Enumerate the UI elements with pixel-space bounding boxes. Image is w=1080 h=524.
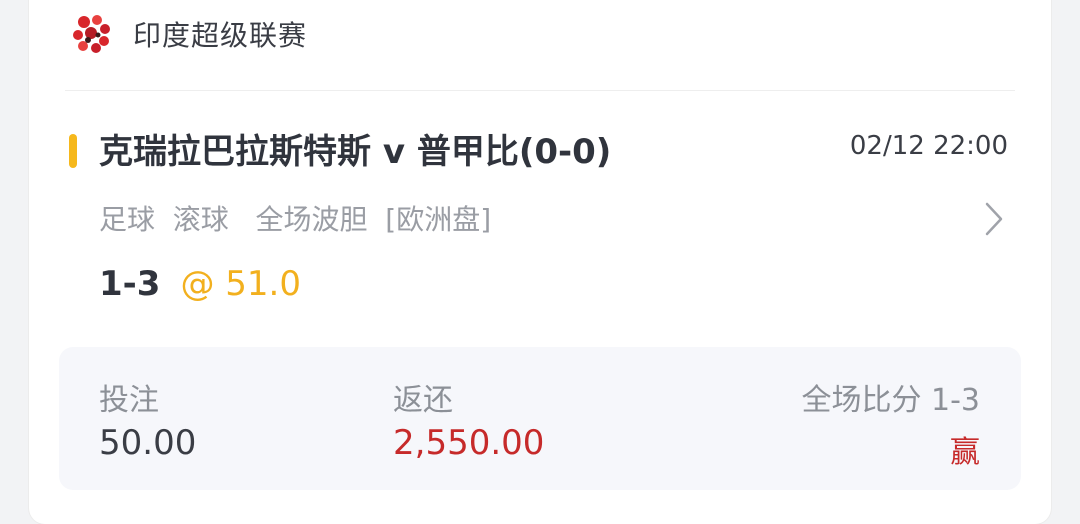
bet-description: 足球 滚球 全场波胆 [欧洲盘] — [99, 203, 492, 236]
divider — [65, 90, 1015, 91]
result-badge: 赢 — [950, 435, 980, 470]
match-datetime: 02/12 22:00 — [849, 131, 1008, 161]
pick-row: 1-3 @ 51.0 — [99, 264, 301, 304]
odds-value: @ 51.0 — [180, 264, 301, 304]
chevron-right-icon[interactable] — [983, 201, 1005, 237]
stake-label: 投注 — [99, 383, 159, 418]
selected-pick: 1-3 — [99, 264, 161, 304]
return-value: 2,550.00 — [393, 423, 545, 463]
accent-bar — [69, 134, 77, 168]
full-time-score: 全场比分 1-3 — [801, 383, 980, 418]
bet-record-card[interactable]: 印度超级联赛 克瑞拉巴拉斯特斯 v 普甲比(0-0) 02/12 22:00 足… — [29, 0, 1051, 524]
match-title: 克瑞拉巴拉斯特斯 v 普甲比(0-0) — [99, 132, 612, 172]
league-name: 印度超级联赛 — [133, 19, 308, 52]
ball-logo-icon — [71, 13, 113, 55]
return-label: 返还 — [393, 383, 453, 418]
bet-summary-panel: 投注 50.00 返还 2,550.00 全场比分 1-3 赢 — [59, 347, 1021, 490]
league-header: 印度超级联赛 — [69, 12, 307, 56]
stake-value: 50.00 — [99, 423, 197, 463]
